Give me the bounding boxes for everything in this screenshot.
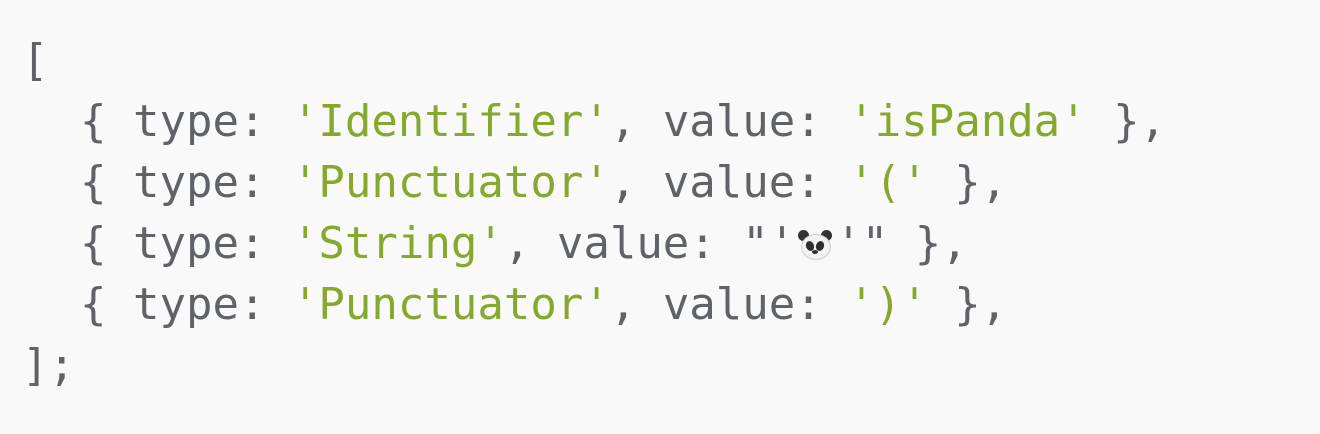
panda-icon <box>798 230 833 260</box>
code-block: [{ type: 'Identifier', value: 'isPanda' … <box>22 30 1166 396</box>
separator: , <box>503 218 557 269</box>
value-value: ')' <box>848 279 928 330</box>
value-key: value: <box>662 157 849 208</box>
code-line-token-4: { type: 'Punctuator', value: ')' }, <box>22 274 1166 335</box>
value-key: value: <box>662 279 849 330</box>
value-prefix: "' <box>742 218 796 269</box>
type-key: type: <box>132 157 292 208</box>
array-open-bracket: [ <box>22 35 49 86</box>
type-value: 'Punctuator' <box>291 157 610 208</box>
brace-open: { <box>80 218 133 269</box>
type-key: type: <box>132 96 292 147</box>
code-panel: [{ type: 'Identifier', value: 'isPanda' … <box>0 0 1320 434</box>
array-close-bracket: ]; <box>22 340 75 391</box>
brace-close: }, <box>927 279 1008 330</box>
brace-open: { <box>80 96 133 147</box>
code-line-close: ]; <box>22 335 1166 396</box>
brace-close: }, <box>888 218 968 269</box>
code-line-token-1: { type: 'Identifier', value: 'isPanda' }… <box>22 91 1166 152</box>
brace-close: }, <box>1086 96 1167 147</box>
brace-close: }, <box>927 157 1008 208</box>
type-value: 'Identifier' <box>291 96 610 147</box>
code-line-token-3: { type: 'String', value: "' '" }, <box>22 213 1166 274</box>
separator: , <box>609 279 663 330</box>
type-key: type: <box>132 218 292 269</box>
code-line-token-2: { type: 'Punctuator', value: '(' }, <box>22 152 1166 213</box>
value-key: value: <box>556 218 743 269</box>
brace-open: { <box>80 279 133 330</box>
value-value: '(' <box>848 157 928 208</box>
brace-open: { <box>80 157 133 208</box>
type-value: 'String' <box>291 218 504 269</box>
value-value: 'isPanda' <box>848 96 1087 147</box>
value-key: value: <box>662 96 849 147</box>
separator: , <box>609 157 663 208</box>
value-suffix: '" <box>835 218 889 269</box>
code-line-open: [ <box>22 30 1166 91</box>
type-key: type: <box>132 279 292 330</box>
separator: , <box>609 96 663 147</box>
type-value: 'Punctuator' <box>291 279 610 330</box>
